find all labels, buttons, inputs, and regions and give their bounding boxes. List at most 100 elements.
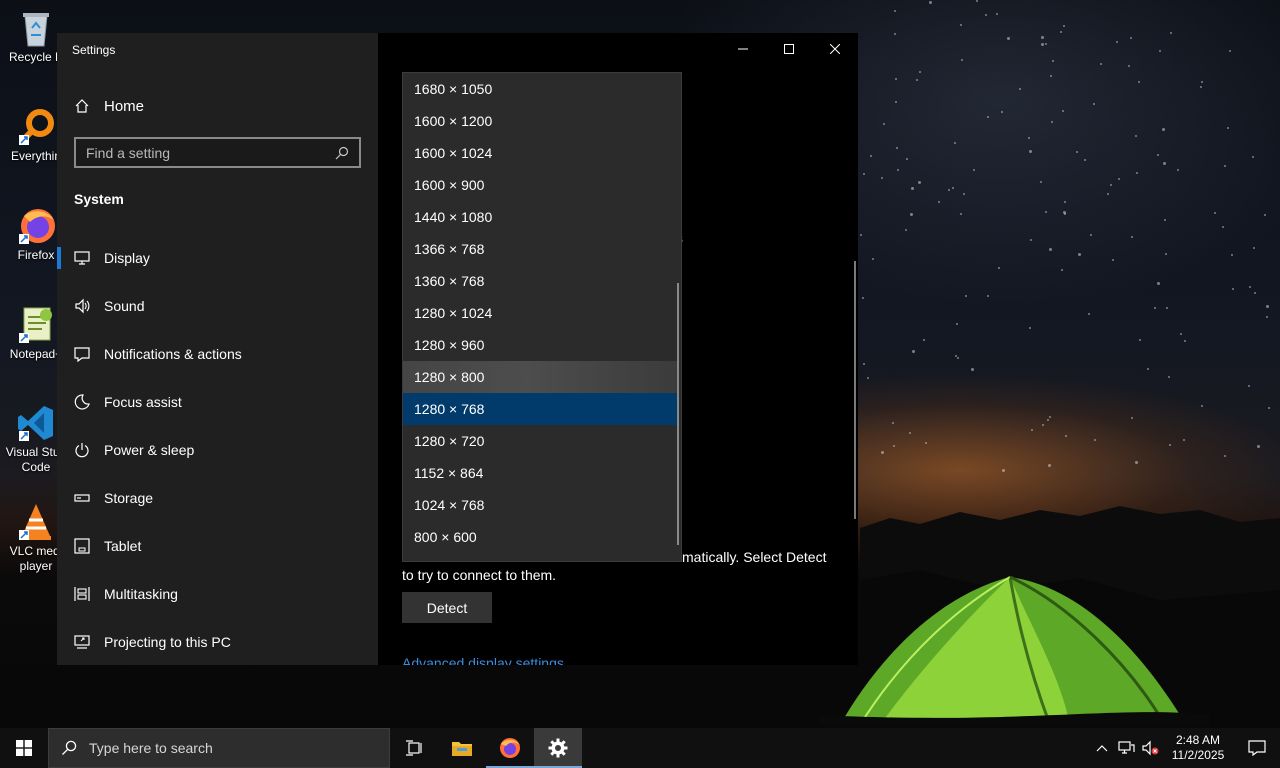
settings-search-input[interactable] bbox=[86, 144, 335, 161]
resolution-option[interactable]: 800 × 600 bbox=[403, 521, 679, 553]
resolution-option[interactable]: 1680 × 1050 bbox=[403, 73, 679, 105]
star bbox=[909, 431, 912, 434]
star bbox=[962, 192, 965, 195]
nav-item-tablet[interactable]: Tablet bbox=[57, 522, 378, 570]
content-scrollbar[interactable] bbox=[854, 261, 856, 519]
resolution-option[interactable]: 1280 × 720 bbox=[403, 425, 679, 457]
star bbox=[1267, 407, 1270, 410]
advanced-display-settings-link[interactable]: Advanced display settings bbox=[402, 654, 564, 665]
clock-time: 2:48 AM bbox=[1175, 733, 1221, 747]
taskbar-search-box[interactable]: Type here to search bbox=[48, 728, 390, 768]
nav-item-focus-assist[interactable]: Focus assist bbox=[57, 378, 378, 426]
nav-item-notifications[interactable]: Notifications & actions bbox=[57, 330, 378, 378]
star bbox=[1164, 218, 1167, 221]
resolution-option[interactable]: 1280 × 800 bbox=[403, 361, 679, 393]
gear-icon bbox=[548, 738, 568, 758]
resolution-option[interactable]: 1440 × 1080 bbox=[403, 201, 679, 233]
resolution-option[interactable]: 1024 × 768 bbox=[403, 489, 679, 521]
start-button[interactable] bbox=[0, 728, 48, 768]
star bbox=[918, 181, 922, 185]
nav-item-power-sleep[interactable]: Power & sleep bbox=[57, 426, 378, 474]
star bbox=[1264, 213, 1267, 216]
projecting-icon bbox=[74, 635, 90, 649]
star bbox=[960, 58, 963, 61]
focus-assist-icon bbox=[74, 394, 90, 410]
star bbox=[1135, 134, 1138, 137]
vscode-icon bbox=[16, 403, 56, 443]
close-button[interactable] bbox=[812, 33, 858, 65]
settings-nav-pane: Settings Home System Display Sound Notif… bbox=[57, 33, 378, 665]
resolution-option[interactable]: 1600 × 1024 bbox=[403, 137, 679, 169]
star bbox=[894, 78, 897, 81]
star bbox=[1040, 42, 1044, 46]
clock[interactable]: 2:48 AM 11/2/2025 bbox=[1162, 733, 1234, 763]
star bbox=[925, 441, 928, 444]
star bbox=[863, 363, 866, 366]
taskbar-firefox[interactable] bbox=[486, 728, 534, 768]
nav-item-label: Sound bbox=[104, 298, 145, 314]
star bbox=[951, 187, 954, 190]
nav-item-storage[interactable]: Storage bbox=[57, 474, 378, 522]
star bbox=[1029, 149, 1033, 153]
nav-item-display[interactable]: Display bbox=[57, 234, 378, 282]
resolution-option[interactable]: 1366 × 768 bbox=[403, 233, 679, 265]
system-tray: 2:48 AM 11/2/2025 bbox=[1090, 728, 1280, 768]
show-hidden-icons-button[interactable] bbox=[1090, 728, 1114, 768]
minimize-button[interactable] bbox=[720, 33, 766, 65]
star bbox=[893, 32, 896, 35]
star bbox=[1028, 136, 1031, 139]
star bbox=[1139, 339, 1142, 342]
volume-button[interactable] bbox=[1138, 728, 1162, 768]
star bbox=[1157, 153, 1160, 156]
resolution-option[interactable]: 1280 × 960 bbox=[403, 329, 679, 361]
taskbar-file-explorer[interactable] bbox=[438, 728, 486, 768]
resolution-option[interactable]: 1360 × 768 bbox=[403, 265, 679, 297]
resolution-option[interactable]: 1152 × 864 bbox=[403, 457, 679, 489]
star bbox=[1061, 110, 1064, 113]
star bbox=[948, 188, 951, 191]
network-icon bbox=[1118, 741, 1135, 754]
star bbox=[1222, 225, 1225, 228]
star bbox=[1247, 385, 1250, 388]
nav-item-sound[interactable]: Sound bbox=[57, 282, 378, 330]
star bbox=[892, 421, 895, 424]
network-button[interactable] bbox=[1114, 728, 1138, 768]
star bbox=[984, 14, 987, 17]
star bbox=[937, 201, 940, 204]
maximize-button[interactable] bbox=[766, 33, 812, 65]
power-icon bbox=[75, 443, 89, 458]
detect-button[interactable]: Detect bbox=[402, 592, 492, 623]
star bbox=[1050, 120, 1053, 123]
task-view-button[interactable] bbox=[390, 728, 438, 768]
nav-item-label: Notifications & actions bbox=[104, 346, 242, 362]
nav-home[interactable]: Home bbox=[74, 95, 144, 117]
star bbox=[883, 123, 886, 126]
home-icon bbox=[75, 99, 89, 113]
nav-list: Display Sound Notifications & actions Fo… bbox=[57, 234, 378, 666]
nav-item-multitasking[interactable]: Multitasking bbox=[57, 570, 378, 618]
star bbox=[964, 295, 967, 298]
star bbox=[1229, 50, 1232, 53]
resolution-option[interactable]: 1600 × 900 bbox=[403, 169, 679, 201]
resolution-option[interactable]: 1280 × 1024 bbox=[403, 297, 679, 329]
settings-search-box[interactable] bbox=[74, 137, 361, 168]
star bbox=[1040, 181, 1043, 184]
notifications-icon bbox=[74, 347, 90, 362]
star bbox=[1107, 192, 1110, 195]
dropdown-scrollbar[interactable] bbox=[677, 283, 679, 545]
star bbox=[1042, 423, 1045, 426]
taskbar-settings[interactable] bbox=[534, 728, 582, 768]
resolution-option[interactable]: 1600 × 1200 bbox=[403, 105, 679, 137]
star bbox=[1048, 247, 1052, 251]
star bbox=[987, 295, 990, 298]
star bbox=[1129, 36, 1132, 39]
star bbox=[1251, 155, 1254, 158]
star bbox=[1162, 162, 1166, 166]
action-center-button[interactable] bbox=[1234, 728, 1280, 768]
resolution-option[interactable]: 1280 × 768 bbox=[403, 393, 679, 425]
star bbox=[1089, 233, 1092, 236]
nav-item-projecting[interactable]: Projecting to this PC bbox=[57, 618, 378, 666]
star bbox=[1047, 464, 1051, 468]
firefox-icon bbox=[16, 206, 56, 246]
resolution-dropdown-list[interactable]: 1680 × 1050 1600 × 1200 1600 × 1024 1600 × … bbox=[402, 72, 682, 562]
